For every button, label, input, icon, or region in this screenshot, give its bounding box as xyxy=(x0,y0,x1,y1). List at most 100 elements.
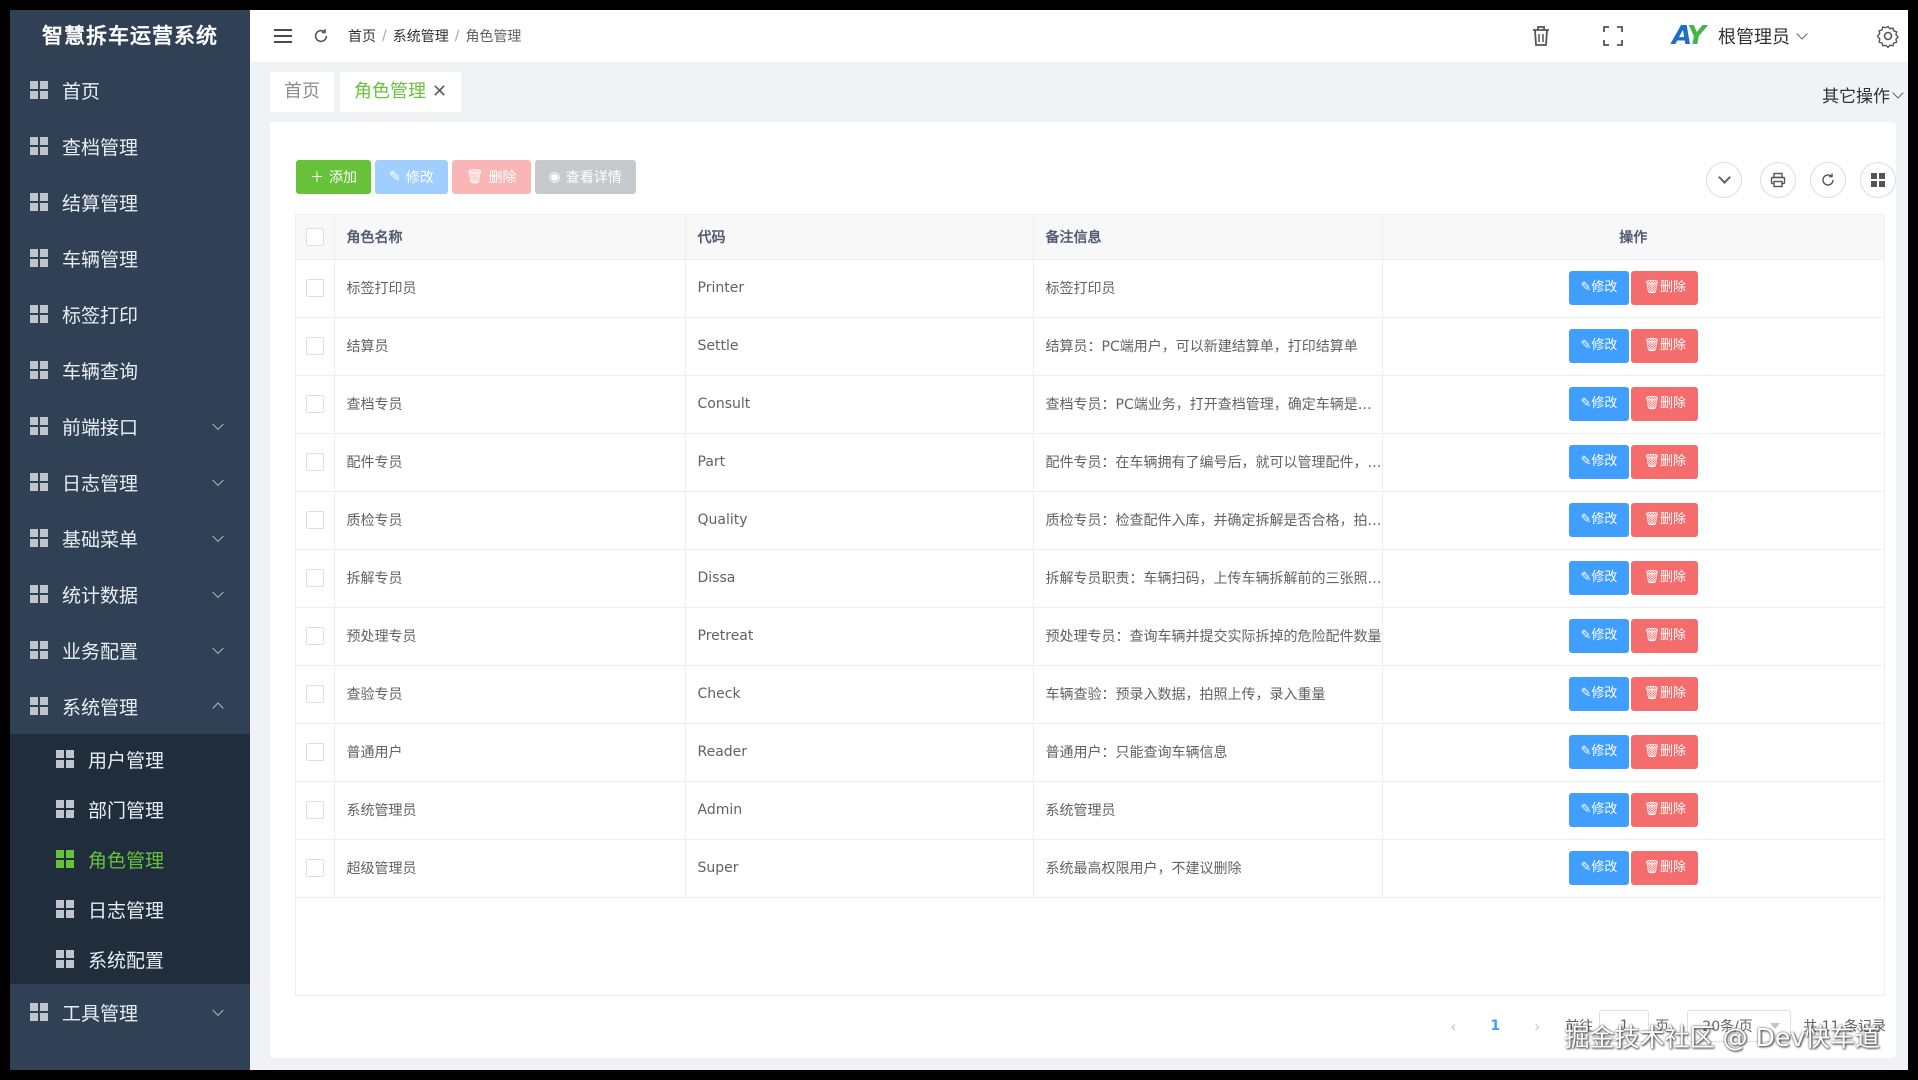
table-row[interactable]: 标签打印员 Printer 标签打印员 ✎修改 🗑删除 xyxy=(296,259,1884,318)
row-checkbox[interactable] xyxy=(305,569,324,587)
page-number[interactable]: 1 xyxy=(1477,1018,1513,1034)
row-edit-button[interactable]: ✎修改 xyxy=(1568,503,1630,537)
row-checkbox[interactable] xyxy=(305,743,324,761)
columns-button[interactable] xyxy=(1860,162,1896,198)
row-delete-button[interactable]: 🗑删除 xyxy=(1631,503,1698,537)
view-details-button[interactable]: ◉ 查看详情 xyxy=(534,160,636,194)
row-edit-button[interactable]: ✎修改 xyxy=(1568,619,1630,653)
add-button[interactable]: ＋添加 xyxy=(296,160,371,194)
print-button[interactable] xyxy=(1760,162,1796,198)
table-row[interactable]: 查档专员 Consult 查档专员：PC端业务，打开查档管理，确定车辆是否可以...… xyxy=(296,375,1884,434)
row-delete-button[interactable]: 🗑删除 xyxy=(1631,793,1698,827)
row-edit-button[interactable]: ✎修改 xyxy=(1568,271,1630,305)
grid-icon xyxy=(30,1003,48,1021)
table-row[interactable]: 超级管理员 Super 系统最高权限用户，不建议删除 ✎修改 🗑删除 xyxy=(296,839,1884,898)
row-delete-button[interactable]: 🗑删除 xyxy=(1631,445,1698,479)
table-row[interactable]: 预处理专员 Pretreat 预处理专员：查询车辆并提交实际拆掉的危险配件数量 ✎修改… xyxy=(296,607,1884,666)
close-icon[interactable]: ✕ xyxy=(432,72,447,112)
row-delete-button[interactable]: 🗑删除 xyxy=(1631,619,1698,653)
role-name-cell: 系统管理员 xyxy=(334,781,686,840)
chevron-down-icon[interactable] xyxy=(1796,28,1808,40)
sidebar-item[interactable]: 日志管理 xyxy=(10,884,250,934)
fullscreen-icon[interactable] xyxy=(1602,25,1624,47)
table-row[interactable]: 拆解专员 Dissa 拆解专员职责：车辆扫码，上传车辆拆解前的三张照片，... ✎修改… xyxy=(296,549,1884,608)
row-edit-button[interactable]: ✎修改 xyxy=(1568,735,1630,769)
row-checkbox[interactable] xyxy=(305,279,324,297)
row-edit-button[interactable]: ✎修改 xyxy=(1568,387,1630,421)
row-checkbox[interactable] xyxy=(305,395,324,413)
sidebar-item[interactable]: 系统配置 xyxy=(10,934,250,984)
sidebar-item[interactable]: 标签打印 xyxy=(10,286,250,342)
row-edit-button[interactable]: ✎修改 xyxy=(1568,677,1630,711)
grid-icon xyxy=(30,697,48,715)
sidebar-item[interactable]: 系统管理 xyxy=(10,678,250,734)
table-row[interactable]: 系统管理员 Admin 系统管理员 ✎修改 🗑删除 xyxy=(296,781,1884,840)
refresh-button[interactable] xyxy=(1810,162,1846,198)
row-checkbox[interactable] xyxy=(305,453,324,471)
sidebar-item[interactable]: 业务配置 xyxy=(10,622,250,678)
trash-icon[interactable] xyxy=(1530,24,1552,48)
row-edit-button[interactable]: ✎修改 xyxy=(1568,329,1630,363)
refresh-icon[interactable] xyxy=(312,27,330,45)
table-body: 标签打印员 Printer 标签打印员 ✎修改 🗑删除 结算员 Settle 结算员：PC端用… xyxy=(296,259,1884,898)
role-table: 角色名称 代码 备注信息 操作 标签打印员 Printer 标签打印员 ✎修改 🗑删除结… xyxy=(295,214,1885,996)
other-operations-dropdown[interactable]: 其它操作 xyxy=(1822,82,1904,107)
edit-button[interactable]: ✎ 修改 xyxy=(375,160,448,194)
row-delete-button[interactable]: 🗑删除 xyxy=(1631,271,1698,305)
row-checkbox[interactable] xyxy=(305,627,324,645)
collapse-search-button[interactable] xyxy=(1706,162,1742,198)
sidebar-item-label: 标签打印 xyxy=(62,304,139,327)
gear-icon[interactable] xyxy=(1876,24,1900,48)
sidebar-item[interactable]: 用户管理 xyxy=(10,734,250,784)
row-delete-button[interactable]: 🗑删除 xyxy=(1631,851,1698,885)
row-checkbox[interactable] xyxy=(305,337,324,355)
prev-page-icon[interactable]: ‹ xyxy=(1439,1012,1467,1040)
user-name[interactable]: 根管理员 xyxy=(1718,23,1790,49)
row-delete-button[interactable]: 🗑删除 xyxy=(1631,735,1698,769)
row-edit-button[interactable]: ✎修改 xyxy=(1568,445,1630,479)
row-delete-button[interactable]: 🗑删除 xyxy=(1631,387,1698,421)
table-row[interactable]: 查验专员 Check 车辆查验：预录入数据，拍照上传，录入重量 ✎修改 🗑删除 xyxy=(296,665,1884,724)
sidebar-item[interactable]: 日志管理 xyxy=(10,454,250,510)
sidebar-item[interactable]: 统计数据 xyxy=(10,566,250,622)
sidebar-item-label: 车辆管理 xyxy=(62,248,139,271)
row-checkbox[interactable] xyxy=(305,685,324,703)
sidebar-item[interactable]: 工具管理 xyxy=(10,984,250,1040)
tag-home[interactable]: 首页 xyxy=(270,72,334,112)
next-page-icon[interactable]: › xyxy=(1523,1012,1551,1040)
sidebar-item[interactable]: 车辆查询 xyxy=(10,342,250,398)
row-edit-button[interactable]: ✎修改 xyxy=(1568,851,1630,885)
row-checkbox[interactable] xyxy=(305,511,324,529)
sidebar-item[interactable]: 角色管理 xyxy=(10,834,250,884)
row-delete-button[interactable]: 🗑删除 xyxy=(1631,561,1698,595)
breadcrumb-home[interactable]: 首页 xyxy=(348,26,376,46)
row-edit-button[interactable]: ✎修改 xyxy=(1568,561,1630,595)
delete-button[interactable]: 🗑 删除 xyxy=(451,160,531,194)
edit-icon: ✎ xyxy=(1580,280,1592,295)
sidebar-item[interactable]: 结算管理 xyxy=(10,174,250,230)
breadcrumb-system[interactable]: 系统管理 xyxy=(393,26,449,46)
table-row[interactable]: 配件专员 Part 配件专员：在车辆拥有了编号后，就可以管理配件，直到... ✎修改 🗑… xyxy=(296,433,1884,492)
chevron-down-icon xyxy=(212,642,224,655)
table-row[interactable]: 质检专员 Quality 质检专员：检查配件入库，并确定拆解是否合格，拍照上... ✎… xyxy=(296,491,1884,550)
navbar: 首页 / 系统管理 / 角色管理 AY 根管理员 xyxy=(250,10,1908,62)
select-all-checkbox[interactable] xyxy=(305,227,324,246)
table-row[interactable]: 普通用户 Reader 普通用户：只能查询车辆信息 ✎修改 🗑删除 xyxy=(296,723,1884,782)
sidebar-item[interactable]: 部门管理 xyxy=(10,784,250,834)
row-delete-button[interactable]: 🗑删除 xyxy=(1631,329,1698,363)
tag-role-management[interactable]: 角色管理 ✕ xyxy=(340,72,462,112)
sidebar-item[interactable]: 首页 xyxy=(10,62,250,118)
row-checkbox[interactable] xyxy=(305,801,324,819)
sidebar-item[interactable]: 查档管理 xyxy=(10,118,250,174)
sidebar-item[interactable]: 车辆管理 xyxy=(10,230,250,286)
sidebar-item[interactable]: 基础菜单 xyxy=(10,510,250,566)
row-edit-button[interactable]: ✎修改 xyxy=(1568,793,1630,827)
row-delete-button[interactable]: 🗑删除 xyxy=(1631,677,1698,711)
chevron-down-icon xyxy=(212,474,224,487)
table-row[interactable]: 结算员 Settle 结算员：PC端用户，可以新建结算单，打印结算单 ✎修改 🗑删除 xyxy=(296,317,1884,376)
row-checkbox[interactable] xyxy=(305,859,324,877)
sidebar-item[interactable]: 前端接口 xyxy=(10,398,250,454)
hamburger-icon[interactable] xyxy=(274,29,292,43)
table-tools xyxy=(1706,162,1896,198)
trash-icon: 🗑 xyxy=(1643,628,1660,643)
